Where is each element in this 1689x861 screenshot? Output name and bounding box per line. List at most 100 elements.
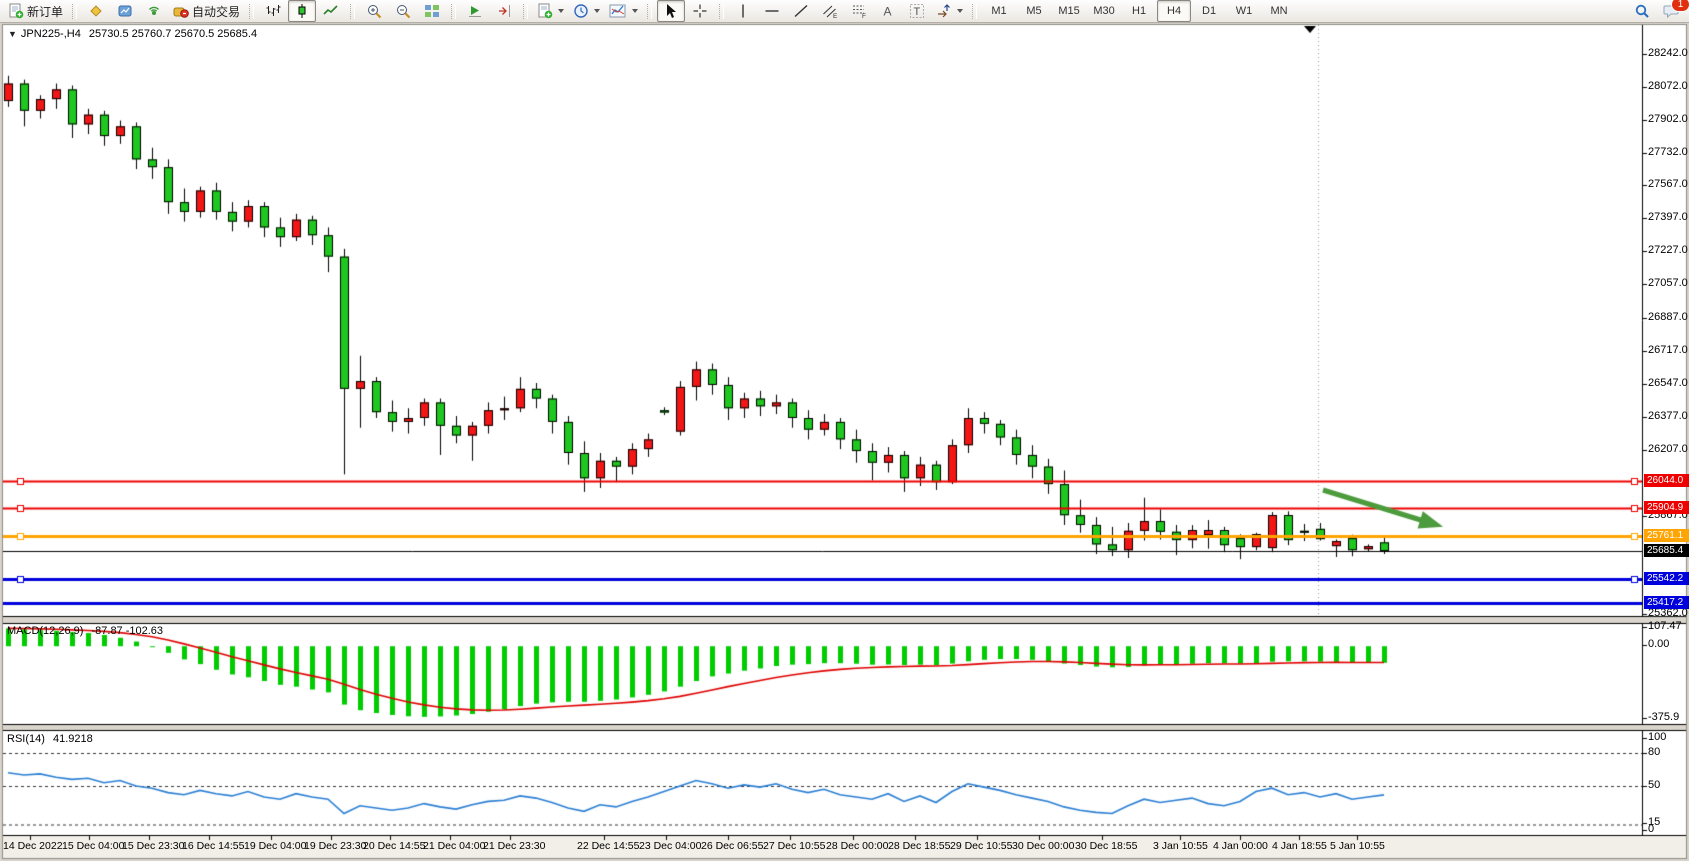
vertical-line-button[interactable] [729,0,757,22]
timeframe-M15[interactable]: M15 [1052,0,1086,22]
bar-chart-icon [265,3,281,19]
rsi-indicator-label: RSI(14) 41.9218 [7,733,93,745]
auto-trading-button[interactable]: 自动交易 [169,0,244,22]
time-axis-label: 28 Dec 00:00 [826,840,888,852]
cursor-icon [663,3,679,19]
timeframe-M30[interactable]: M30 [1087,0,1121,22]
fibonacci-button[interactable]: F [845,0,873,22]
tile-windows-button[interactable] [418,0,446,22]
timeframe-W1[interactable]: W1 [1227,0,1261,22]
time-axis-label: 30 Dec 00:00 [1012,840,1074,852]
line-chart-button[interactable] [317,0,345,22]
crosshair-icon [692,3,708,19]
price-line-badge: 25417.2 [1644,596,1689,609]
rsi-axis-tick: 0 [1648,823,1654,835]
timeframe-MN[interactable]: MN [1262,0,1296,22]
arrows-tool-icon [936,3,952,19]
macd-axis-tick: -375.9 [1648,711,1679,723]
price-axis-tick: 27227.0 [1648,244,1688,256]
toolbar-grip [523,4,528,19]
time-axis-label: 21 Dec 04:00 [423,840,485,852]
time-axis-label: 19 Dec 04:00 [244,840,306,852]
search-button[interactable] [1628,0,1656,22]
fibonacci-icon: F [851,3,868,19]
text-icon: A [880,3,896,19]
macd-values: -87.87 -102.63 [91,625,163,637]
time-axis-label: 28 Dec 18:55 [888,840,950,852]
arrows-tool-button[interactable] [932,0,967,22]
search-icon [1634,3,1651,20]
timeframe-M5[interactable]: M5 [1017,0,1051,22]
svg-text:F: F [862,13,866,19]
new-chart-button[interactable] [533,0,568,22]
auto-trading-label: 自动交易 [192,3,240,20]
chart-title: ▼JPN225-,H425730.5 25760.7 25670.5 25685… [8,28,257,40]
chart-canvas[interactable] [0,0,1689,861]
rsi-value: 41.9218 [53,733,93,745]
rsi-name: RSI(14) [7,733,45,745]
text-button[interactable]: A [874,0,902,22]
macd-name: MACD(12,26,9) [7,625,83,637]
price-axis-tick: 27057.0 [1648,277,1688,289]
time-axis-label: 21 Dec 23:30 [483,840,545,852]
time-axis-label: 23 Dec 04:00 [639,840,701,852]
time-axis-label: 14 Dec 2022 [3,840,63,852]
clock-icon [573,3,589,19]
toolbar-grip [451,4,456,19]
price-axis-tick: 27567.0 [1648,178,1688,190]
bar-chart-button[interactable] [259,0,287,22]
auto-scroll-button[interactable] [461,0,489,22]
timeframe-D1[interactable]: D1 [1192,0,1226,22]
time-axis-label: 15 Dec 23:30 [122,840,184,852]
rsi-axis-tick: 50 [1648,779,1660,791]
macd-axis-tick: 107.47 [1648,620,1682,632]
chart-shift-button[interactable] [490,0,518,22]
signals-icon [146,3,162,19]
time-axis-label: 16 Dec 14:55 [182,840,244,852]
price-line-badge: 26044.0 [1644,474,1689,487]
new-order-icon [8,3,24,19]
candlestick-chart-button[interactable] [288,0,316,22]
notification-badge: 1 [1671,0,1689,12]
crosshair-button[interactable] [686,0,714,22]
zoom-out-button[interactable] [389,0,417,22]
signals-button[interactable] [140,0,168,22]
periods-button[interactable] [569,0,604,22]
template-chart-icon [609,3,627,19]
zoom-in-button[interactable] [360,0,388,22]
toolbar-grip [719,4,724,19]
equidistant-channel-button[interactable]: E [816,0,844,22]
vertical-line-icon [735,3,751,19]
new-order-button[interactable]: 新订单 [4,0,67,22]
text-label-button[interactable]: T [903,0,931,22]
current-price-badge: 25685.4 [1644,544,1689,557]
auto-trading-icon [173,3,189,19]
new-chart-icon [537,3,553,19]
dropdown-caret [632,9,638,13]
dropdown-caret [957,9,963,13]
horizontal-line-button[interactable] [758,0,786,22]
chart-ohlc-values: 25730.5 25760.7 25670.5 25685.4 [89,28,257,40]
cursor-button[interactable] [657,0,685,22]
time-axis-label: 15 Dec 04:00 [62,840,124,852]
timeframe-M1[interactable]: M1 [982,0,1016,22]
timeframe-H1[interactable]: H1 [1122,0,1156,22]
quotes-icon [88,3,104,19]
timeframe-H4[interactable]: H4 [1157,0,1191,22]
line-chart-icon [323,3,339,19]
quotes-button[interactable] [82,0,110,22]
trendline-button[interactable] [787,0,815,22]
candlestick-chart-icon [294,3,310,19]
market-watch-button[interactable] [111,0,139,22]
price-axis-tick: 26887.0 [1648,311,1688,323]
time-axis-label: 26 Dec 06:55 [701,840,763,852]
macd-indicator-label: MACD(12,26,9) -87.87 -102.63 [7,625,163,637]
chat-button[interactable]: 1 [1657,0,1685,22]
templates-button[interactable] [605,0,642,22]
time-axis-label: 20 Dec 14:55 [363,840,425,852]
price-axis-tick: 26377.0 [1648,410,1688,422]
timeframe-buttons: M1M5M15M30H1H4D1W1MN [982,0,1296,22]
toolbar-grip [350,4,355,19]
new-order-label: 新订单 [27,3,63,20]
one-click-trading-arrow[interactable]: ▼ [8,29,17,39]
